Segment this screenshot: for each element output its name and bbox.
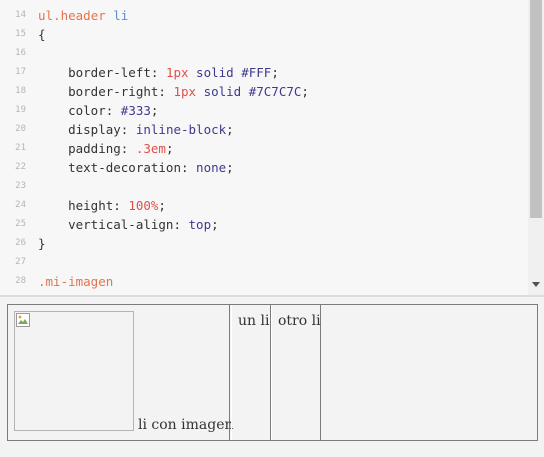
code-token: 1px bbox=[165, 65, 189, 80]
code-token: ; bbox=[271, 65, 279, 80]
code-text: ul.header li bbox=[38, 6, 128, 25]
code-token: border-right: bbox=[38, 84, 174, 99]
code-token: top bbox=[188, 217, 212, 232]
result-preview: li con imagen un li otro li bbox=[7, 304, 538, 441]
code-text: height: 100%; bbox=[38, 196, 166, 215]
code-text: vertical-align: top; bbox=[38, 215, 219, 234]
code-token: ; bbox=[301, 84, 309, 99]
line-number: 14 bbox=[15, 10, 26, 20]
code-token: solid bbox=[188, 65, 242, 80]
code-token: ; bbox=[211, 217, 219, 232]
pane-divider[interactable] bbox=[0, 295, 544, 297]
code-text: padding: .3em; bbox=[38, 139, 173, 158]
line-number: 25 bbox=[15, 219, 26, 229]
line-number: 27 bbox=[15, 257, 26, 267]
code-text: } bbox=[38, 234, 46, 253]
line-number: 17 bbox=[15, 67, 26, 77]
line-number: 20 bbox=[15, 124, 26, 134]
line-number: 23 bbox=[15, 181, 26, 191]
line-number: 21 bbox=[15, 143, 26, 153]
broken-image-icon bbox=[16, 313, 30, 327]
code-token: 1px bbox=[173, 84, 197, 99]
list-item[interactable]: otro li bbox=[271, 305, 321, 440]
code-token: ul bbox=[38, 8, 54, 23]
line-number: 24 bbox=[15, 200, 26, 210]
code-text: { bbox=[38, 25, 46, 44]
code-token: #333 bbox=[120, 103, 151, 118]
list-item[interactable]: un li bbox=[231, 305, 271, 440]
vertical-scrollbar[interactable] bbox=[528, 0, 544, 295]
code-token: color: bbox=[38, 103, 121, 118]
list-item-label: un li bbox=[238, 313, 270, 329]
line-number: 22 bbox=[15, 162, 26, 172]
code-token: ; bbox=[226, 122, 234, 137]
line-number: 19 bbox=[15, 105, 26, 115]
code-token: 100% bbox=[128, 198, 159, 213]
code-token: ; bbox=[158, 198, 166, 213]
code-token: solid bbox=[196, 84, 249, 99]
code-token: ; bbox=[165, 141, 174, 156]
line-number: 16 bbox=[15, 48, 26, 58]
code-token: border-left: bbox=[38, 65, 166, 80]
code-token: .header bbox=[53, 8, 106, 23]
code-text: border-left: 1px solid #FFF; bbox=[38, 63, 279, 82]
code-token: height: bbox=[38, 198, 129, 213]
code-token: { bbox=[38, 27, 46, 42]
image-placeholder bbox=[14, 311, 134, 431]
line-number: 28 bbox=[15, 276, 26, 286]
code-text: border-right: 1px solid #7C7C7C; bbox=[38, 82, 309, 101]
code-token: display: bbox=[38, 122, 136, 137]
line-number: 26 bbox=[15, 238, 26, 248]
line-number: 15 bbox=[15, 29, 26, 39]
code-token: ; bbox=[226, 160, 234, 175]
line-number: 18 bbox=[15, 86, 26, 96]
list-item-with-image[interactable]: li con imagen bbox=[8, 305, 234, 440]
code-token: } bbox=[38, 236, 46, 251]
code-text: display: inline-block; bbox=[38, 120, 234, 139]
code-text: text-decoration: none; bbox=[38, 158, 234, 177]
code-token: vertical-align: bbox=[38, 217, 189, 232]
code-token: .mi-imagen bbox=[38, 274, 114, 289]
code-token: padding: bbox=[38, 141, 136, 156]
scrollbar-thumb[interactable] bbox=[530, 0, 542, 218]
code-editor[interactable]: 14 ul.header li 15 {16 17 border-left: 1px s… bbox=[0, 0, 544, 295]
code-token: none bbox=[196, 160, 227, 175]
code-token: .3em bbox=[135, 141, 166, 156]
code-text: color: #333; bbox=[38, 101, 158, 120]
code-text: .mi-imagen bbox=[38, 272, 113, 291]
scroll-down-arrow-icon[interactable] bbox=[532, 282, 540, 287]
code-token: ; bbox=[150, 103, 159, 118]
list-item-label: li con imagen bbox=[138, 417, 234, 433]
code-token: #FFF bbox=[241, 65, 272, 80]
list-item-label: otro li bbox=[278, 313, 321, 329]
code-token: li bbox=[105, 8, 129, 23]
code-token: text-decoration: bbox=[38, 160, 197, 175]
code-token: #7C7C7C bbox=[248, 84, 302, 99]
code-token: inline-block bbox=[135, 122, 227, 137]
